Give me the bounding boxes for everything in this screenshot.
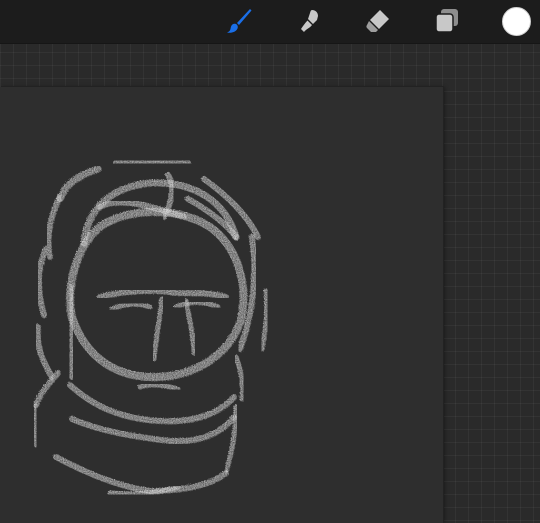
astronaut-sketch (32, 158, 270, 497)
drawing-canvas[interactable] (0, 87, 443, 523)
color-swatch (501, 6, 531, 36)
eraser-tool-button[interactable] (362, 5, 394, 37)
layers-icon (435, 9, 458, 33)
smudge-icon (301, 10, 318, 32)
layers-tool-button[interactable] (431, 5, 463, 37)
smudge-tool-button[interactable] (293, 5, 325, 37)
brush-tool-button[interactable] (223, 5, 255, 37)
eraser-icon (366, 10, 389, 32)
top-toolbar (0, 0, 540, 44)
color-picker-button[interactable] (500, 5, 532, 37)
brush-icon (227, 9, 252, 33)
